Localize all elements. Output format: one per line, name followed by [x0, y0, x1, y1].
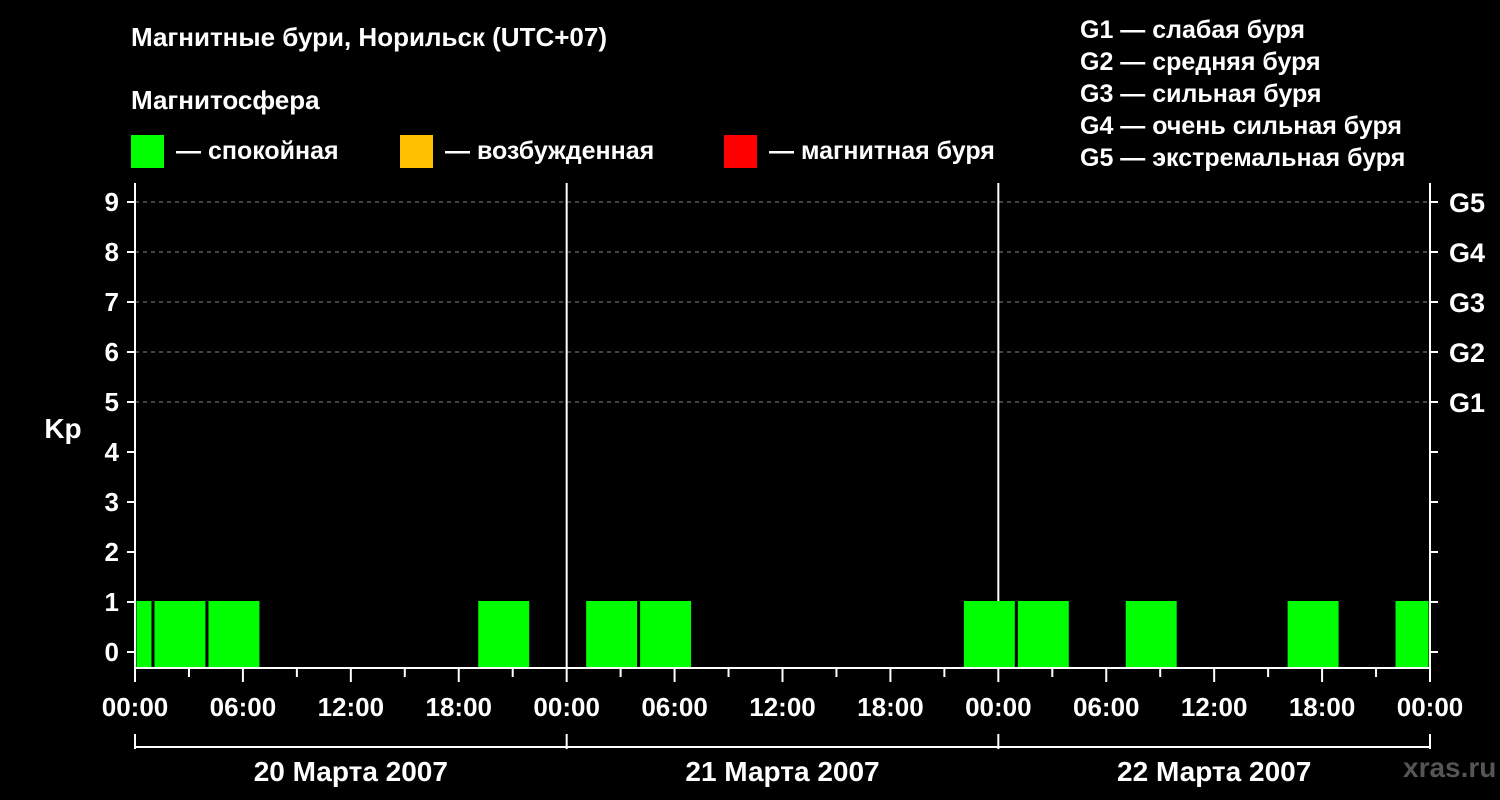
y-tick-label: 8 — [105, 237, 119, 267]
kp-bar — [586, 601, 638, 668]
kp-bar — [1017, 601, 1069, 668]
y-tick-label: 2 — [105, 537, 119, 567]
kp-chart: 0 1 2 3 4 5 6 7 8 9 G1 G2 G3 G4 G5 Kp 00:00 06:00 12:00 18:… — [44, 183, 1485, 787]
x-tick-label: 06:00 — [210, 692, 277, 722]
y-axis-label: Kp — [44, 413, 81, 444]
x-tick-label: 00:00 — [102, 692, 169, 722]
kp-bar — [154, 601, 206, 668]
y-tick-label: 9 — [105, 187, 119, 217]
day-label: 22 Марта 2007 — [1117, 756, 1311, 787]
y-tick-label: 3 — [105, 487, 119, 517]
g-scale-label: G3 — [1449, 288, 1485, 318]
x-tick-label: 18:00 — [426, 692, 493, 722]
kp-bar — [640, 601, 692, 668]
y-tick-label: 0 — [105, 637, 119, 667]
y-tick-label: 4 — [105, 437, 120, 467]
x-tick-label: 12:00 — [749, 692, 816, 722]
x-tick-label: 12:00 — [318, 692, 385, 722]
x-tick-label: 00:00 — [965, 692, 1032, 722]
day-label: 21 Марта 2007 — [685, 756, 879, 787]
x-tick-label: 06:00 — [641, 692, 708, 722]
kp-bar — [1287, 601, 1339, 668]
kp-bar — [1125, 601, 1177, 668]
x-tick-label: 00:00 — [1397, 692, 1464, 722]
y-tick-label: 1 — [105, 587, 119, 617]
kp-bar — [478, 601, 530, 668]
x-tick-label: 18:00 — [1289, 692, 1356, 722]
x-tick-label: 12:00 — [1181, 692, 1248, 722]
day-label: 20 Марта 2007 — [254, 756, 448, 787]
kp-bar — [1395, 601, 1429, 668]
kp-bar — [208, 601, 260, 668]
kp-bar — [963, 601, 1015, 668]
g-scale-label: G5 — [1449, 188, 1485, 218]
y-tick-label: 5 — [105, 387, 119, 417]
x-tick-label: 18:00 — [857, 692, 924, 722]
y-tick-label: 6 — [105, 337, 119, 367]
g-scale-label: G2 — [1449, 338, 1485, 368]
watermark: xras.ru — [1403, 752, 1497, 783]
y-tick-label: 7 — [105, 287, 119, 317]
x-tick-label: 00:00 — [533, 692, 600, 722]
g-scale-label: G1 — [1449, 388, 1485, 418]
kp-bar — [136, 601, 152, 668]
x-tick-label: 06:00 — [1073, 692, 1140, 722]
g-scale-label: G4 — [1449, 238, 1485, 268]
